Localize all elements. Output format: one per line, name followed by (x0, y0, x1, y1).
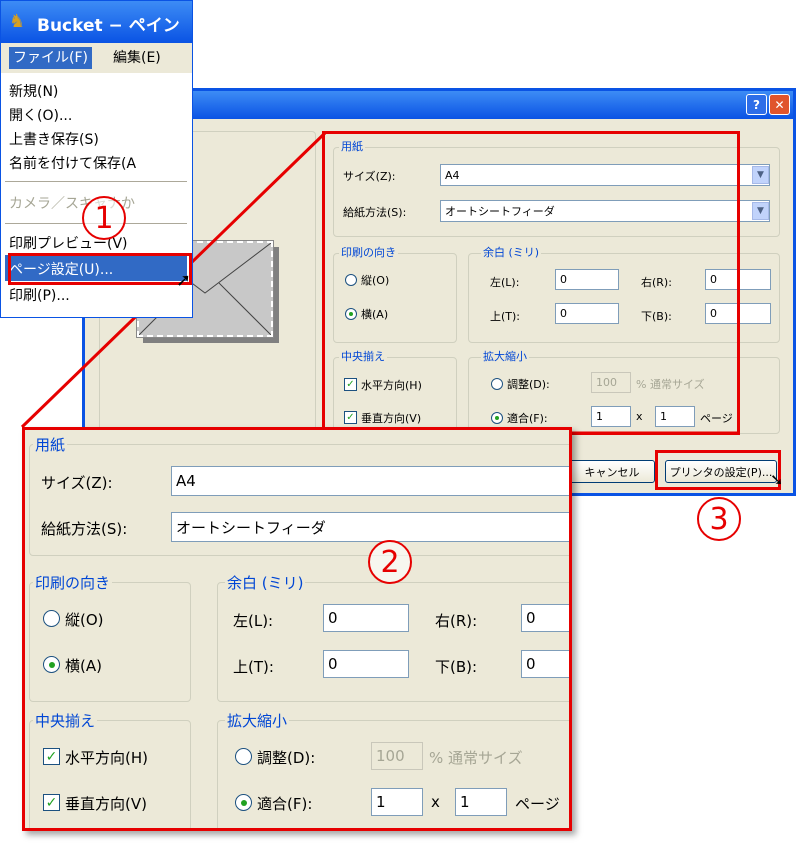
app-icon: ♞ (9, 11, 26, 32)
zoom-portrait-radio[interactable] (43, 610, 60, 627)
app-title: Bucket − ペイン (37, 16, 180, 36)
zoom-source-select[interactable]: オートシートフィーダ (171, 512, 569, 542)
zoom-margin-top-input[interactable]: 0 (323, 650, 409, 678)
zoom-horizontal-checkbox[interactable]: ✓ (43, 748, 60, 765)
zoom-size-label: サイズ(Z): (41, 474, 113, 492)
close-button[interactable]: ✕ (769, 94, 790, 115)
zoom-paper-group-title: 用紙 (33, 434, 68, 455)
help-button[interactable]: ? (746, 94, 767, 115)
zoom-landscape-radio[interactable] (43, 656, 60, 673)
source-dropdown-arrow[interactable]: ▼ (752, 202, 769, 220)
zoom-fit-label: 適合(F): (257, 795, 313, 813)
zoom-margin-right-label: 右(R): (435, 612, 478, 630)
mouse-cursor-icon: ➚ (176, 270, 192, 291)
menu-item-save-as[interactable]: 名前を付けて保存(A (9, 153, 136, 173)
zoom-centering-group (29, 720, 191, 828)
zoom-margin-left-input[interactable]: 0 (323, 604, 409, 632)
menu-edit[interactable]: 編集(E) (113, 47, 161, 69)
zoom-horizontal-label: 水平方向(H) (65, 749, 148, 767)
zoom-source-label: 給紙方法(S): (41, 520, 128, 538)
zoomed-settings-panel: 用紙 サイズ(Z): A4 給紙方法(S): オートシートフィーダ 印刷の向き … (22, 427, 572, 831)
zoom-fit-x-input[interactable]: 1 (371, 788, 423, 816)
zoom-size-select[interactable]: A4 (171, 466, 569, 496)
zoom-landscape-label: 横(A) (65, 657, 102, 675)
zoom-margin-top-label: 上(T): (233, 658, 274, 676)
zoom-margin-bottom-label: 下(B): (435, 658, 478, 676)
zoom-adjust-label: 調整(D): (257, 749, 316, 767)
menu-item-save[interactable]: 上書き保存(S) (9, 129, 99, 149)
menubar: ファイル(F) 編集(E) (1, 43, 192, 73)
highlight-printer-setup-box (655, 450, 781, 490)
menu-item-print[interactable]: 印刷(P)... (9, 285, 70, 305)
zoom-adjust-suffix: % 通常サイズ (429, 749, 523, 767)
callout-3: 3 (697, 497, 741, 541)
zoom-adjust-radio[interactable] (235, 748, 252, 765)
zoom-orientation-group-title: 印刷の向き (33, 572, 113, 593)
zoom-fit-pages-suffix: ページ (515, 795, 560, 813)
zoom-margins-group (217, 582, 569, 702)
highlight-settings-box (322, 131, 740, 435)
zoom-adjust-input[interactable]: 100 (371, 742, 423, 770)
menu-item-new[interactable]: 新規(N) (9, 81, 58, 101)
zoom-margin-right-input[interactable]: 0 (521, 604, 569, 632)
menu-file[interactable]: ファイル(F) (9, 47, 92, 69)
callout-1: 1 (82, 196, 126, 240)
zoom-scaling-group-title: 拡大縮小 (225, 710, 290, 731)
cursor-arrow-icon: ➘ (770, 470, 784, 489)
zoom-portrait-label: 縦(O) (65, 611, 104, 629)
zoom-fit-x-separator: x (431, 793, 440, 811)
cancel-button[interactable]: キャンセル (569, 460, 655, 483)
zoom-vertical-checkbox[interactable]: ✓ (43, 794, 60, 811)
zoom-vertical-label: 垂直方向(V) (65, 795, 147, 813)
zoom-fit-y-input[interactable]: 1 (455, 788, 507, 816)
menu-item-open[interactable]: 開く(O)... (9, 105, 72, 125)
app-titlebar: ♞ Bucket − ペイン (1, 1, 192, 43)
zoom-fit-radio[interactable] (235, 794, 252, 811)
zoom-margin-left-label: 左(L): (233, 612, 274, 630)
zoom-margin-bottom-input[interactable]: 0 (521, 650, 569, 678)
highlight-page-setup-box (8, 253, 192, 285)
zoom-centering-group-title: 中央揃え (33, 710, 98, 731)
zoom-orientation-group (29, 582, 191, 702)
size-dropdown-arrow[interactable]: ▼ (752, 166, 769, 184)
menu-separator (5, 181, 187, 182)
zoom-margins-group-title: 余白 (ミリ) (225, 572, 306, 593)
callout-2: 2 (368, 540, 412, 584)
